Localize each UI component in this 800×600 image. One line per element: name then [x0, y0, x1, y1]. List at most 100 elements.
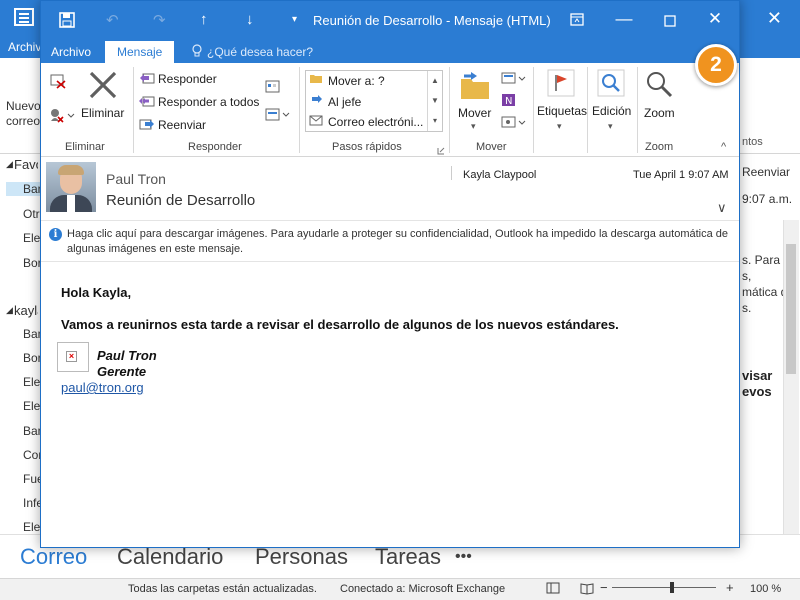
bold-snippet-line: evos [742, 384, 772, 399]
normal-view-icon[interactable] [546, 581, 560, 598]
actions-icon[interactable] [501, 115, 527, 132]
forward-boss-icon [309, 93, 323, 108]
zoom-level[interactable]: 100 % [750, 583, 781, 595]
tab-archivo[interactable]: Archivo [51, 45, 91, 59]
status-folders: Todas las carpetas están actualizadas. [128, 583, 317, 595]
message-time: 9:07 a.m. [742, 192, 793, 206]
zoom-button[interactable]: Zoom [644, 106, 675, 120]
message-datetime: Tue April 1 9:07 AM [633, 169, 729, 181]
body-text: Vamos a reunirnos esta tarde a revisar e… [61, 317, 619, 332]
move-dropdown-icon[interactable]: ▾ [471, 121, 476, 132]
reply-all-button[interactable]: Responder a todos [158, 95, 259, 109]
minimize-icon[interactable]: — [601, 9, 647, 29]
reply-all-icon [139, 94, 155, 111]
header-divider [451, 166, 452, 180]
more-respond-icon[interactable] [265, 107, 291, 124]
header-separator [41, 220, 739, 221]
flag-icon[interactable] [547, 69, 575, 100]
folder-collapse-icon[interactable]: ◢ [6, 305, 13, 316]
quick-step-email[interactable]: Correo electróni... [328, 115, 423, 129]
group-responder-label: Responder [188, 141, 242, 153]
zoom-in-icon[interactable]: + [726, 580, 734, 595]
nav-more-icon[interactable]: ••• [455, 548, 472, 566]
group-separator [533, 67, 534, 153]
info-icon: i [49, 228, 62, 241]
maximize-icon[interactable] [664, 15, 676, 30]
tab-mensaje[interactable]: Mensaje [105, 41, 175, 63]
signature-title: Gerente [97, 364, 147, 379]
sender-name[interactable]: Paul Tron [106, 171, 166, 187]
save-icon[interactable] [59, 12, 75, 31]
previous-item-icon[interactable]: ↑ [200, 11, 208, 28]
group-separator [449, 67, 450, 153]
status-connection: Conectado a: Microsoft Exchange [340, 583, 506, 595]
tell-me-search[interactable]: ¿Qué desea hacer? [207, 45, 313, 59]
quick-steps-scroll[interactable]: ▲ ▼ ▾ [427, 71, 442, 131]
move-button[interactable]: Mover [458, 106, 491, 120]
signature-email-link[interactable]: paul@tron.org [61, 380, 144, 395]
onenote-icon[interactable]: N [501, 93, 517, 110]
zoom-slider-thumb[interactable] [670, 582, 674, 593]
junk-icon[interactable] [49, 107, 77, 126]
bold-snippet-line: visar [742, 368, 773, 383]
move-folder-icon [309, 72, 323, 87]
main-window-close-icon[interactable]: ✕ [767, 8, 782, 29]
undo-icon[interactable]: ↶ [106, 11, 119, 29]
zoom-slider-track[interactable] [612, 587, 716, 588]
reenviar-link[interactable]: Reenviar [742, 165, 790, 179]
lightbulb-icon [191, 44, 203, 61]
editing-dropdown-icon[interactable]: ▾ [608, 121, 613, 132]
forward-icon [139, 117, 155, 134]
sender-avatar [46, 162, 96, 212]
message-window-title: Reunión de Desarrollo - Mensaje (HTML) [313, 13, 551, 28]
recipient-name[interactable]: Kayla Claypool [463, 169, 536, 181]
dialog-launcher-icon[interactable] [437, 144, 445, 158]
rules-icon[interactable] [501, 71, 527, 88]
new-mail-button[interactable]: Nuevo [6, 98, 41, 114]
zoom-icon[interactable] [644, 69, 674, 102]
group-mover-label: Mover [476, 141, 507, 153]
reading-view-icon[interactable] [580, 581, 594, 598]
tags-button[interactable]: Etiquetas [537, 104, 587, 118]
status-bar: Todas las carpetas están actualizadas. C… [0, 578, 800, 600]
quick-step-move[interactable]: Mover a: ? [328, 74, 385, 88]
customize-toolbar-icon[interactable]: ▾ [292, 14, 297, 25]
editing-button[interactable]: Edición [592, 104, 631, 118]
broken-image-placeholder[interactable]: × [57, 342, 89, 372]
message-window: ↶ ↷ ↑ ↓ ▾ Reunión de Desarrollo - Mensaj… [40, 0, 740, 548]
zoom-out-icon[interactable]: − [600, 580, 608, 595]
message-subject: Reunión de Desarrollo [106, 192, 256, 209]
editing-icon[interactable] [597, 69, 625, 100]
collapse-ribbon-icon[interactable]: ^ [721, 141, 726, 153]
tags-dropdown-icon[interactable]: ▾ [557, 121, 562, 132]
forward-button[interactable]: Reenviar [158, 118, 206, 132]
folder-item[interactable]: Bandeja [6, 182, 44, 196]
group-separator [299, 67, 300, 153]
next-item-icon[interactable]: ↓ [246, 11, 254, 28]
group-separator [133, 67, 134, 153]
quick-step-boss[interactable]: Al jefe [328, 95, 361, 109]
meeting-reply-icon[interactable] [265, 79, 281, 96]
redo-icon[interactable]: ↷ [153, 11, 166, 29]
group-zoom-label: Zoom [645, 141, 674, 153]
delete-icon[interactable] [87, 69, 119, 104]
reading-scrollbar-thumb[interactable] [786, 244, 796, 374]
folder-collapse-icon[interactable]: ◢ [6, 159, 13, 170]
snippet-line: s. [742, 301, 752, 315]
body-greeting: Hola Kayla, [61, 285, 132, 300]
main-ribbon-group-label: ntos [742, 136, 763, 148]
new-mail-button-sub[interactable]: correo [6, 114, 40, 128]
ignore-icon[interactable] [49, 73, 67, 92]
snippet-line: s. Para [742, 253, 781, 267]
svg-text:N: N [505, 96, 512, 107]
reply-button[interactable]: Responder [158, 72, 217, 86]
close-icon[interactable]: ✕ [692, 9, 738, 29]
delete-button[interactable]: Eliminar [81, 106, 124, 120]
ribbon-display-options-icon[interactable] [570, 13, 584, 29]
team-email-icon [309, 114, 323, 129]
download-images-infobar[interactable]: Haga clic aquí para descargar imágenes. … [67, 227, 735, 257]
signature-name: Paul Tron [97, 348, 157, 363]
step-callout-badge: 2 [695, 44, 737, 86]
move-icon[interactable] [459, 71, 493, 104]
expand-header-icon[interactable]: ∨ [717, 200, 727, 216]
